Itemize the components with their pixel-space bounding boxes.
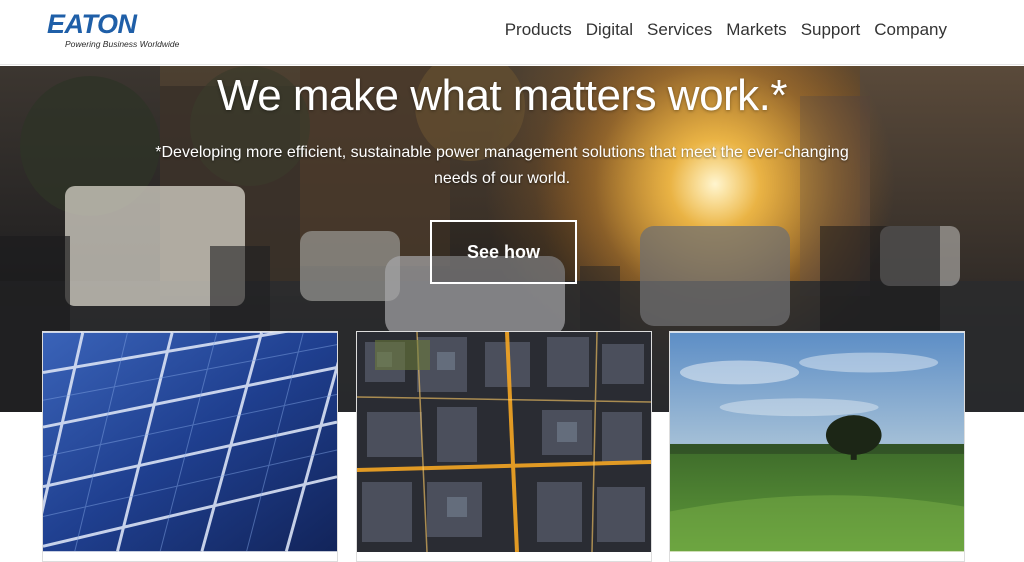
hero-title: We make what matters work.* [216,71,788,120]
logo-wordmark: EATON [47,9,137,39]
nav-item-products[interactable]: Products [505,19,572,41]
nav-item-support[interactable]: Support [801,19,861,41]
logo-tagline: Powering Business Worldwide [65,39,180,49]
card-tree-field[interactable] [669,331,965,562]
nav-item-digital[interactable]: Digital [586,19,633,41]
see-how-button[interactable]: See how [430,220,577,284]
solar-panel-image [43,332,337,552]
main-nav: Products Digital Services Markets Suppor… [505,19,947,41]
nav-item-company[interactable]: Company [874,19,947,41]
card-solar-panel[interactable] [42,331,338,562]
hero-subtitle: *Developing more efficient, sustainable … [155,144,849,187]
nav-item-markets[interactable]: Markets [726,19,786,41]
site-header: EATON Powering Business Worldwide Produc… [0,0,1024,65]
city-aerial-image [357,332,651,552]
eaton-logo[interactable]: EATON Powering Business Worldwide [47,9,180,53]
card-city-aerial[interactable] [356,331,652,562]
tree-field-image [670,332,964,552]
nav-item-services[interactable]: Services [647,19,712,41]
